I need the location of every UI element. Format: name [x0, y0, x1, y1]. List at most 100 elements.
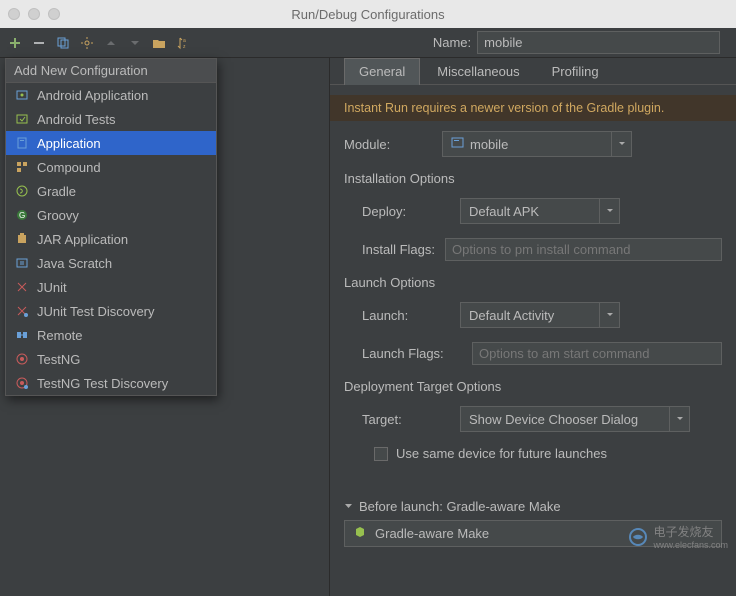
popup-item-remote[interactable]: Remote — [6, 323, 216, 347]
install-section-title: Installation Options — [344, 171, 722, 186]
launch-value: Default Activity — [461, 305, 599, 326]
target-select[interactable]: Show Device Chooser Dialog — [460, 406, 690, 432]
deploy-value: Default APK — [461, 201, 599, 222]
popup-item-java-scratch[interactable]: Java Scratch — [6, 251, 216, 275]
module-icon — [451, 136, 464, 152]
main-area: Add New Configuration Android Applicatio… — [0, 58, 736, 596]
module-value: mobile — [470, 137, 508, 152]
popup-item-label: TestNG — [37, 352, 80, 367]
popup-item-groovy[interactable]: G Groovy — [6, 203, 216, 227]
install-flags-input[interactable] — [445, 238, 722, 261]
same-device-checkbox[interactable] — [374, 447, 388, 461]
deploy-label: Deploy: — [362, 204, 450, 219]
chevron-down-icon[interactable] — [669, 407, 689, 431]
junit-test-discovery-icon — [14, 303, 30, 319]
tab-miscellaneous[interactable]: Miscellaneous — [422, 58, 534, 85]
warning-banner: Instant Run requires a newer version of … — [330, 95, 736, 121]
before-launch-header[interactable]: Before launch: Gradle-aware Make — [344, 499, 722, 514]
launch-select[interactable]: Default Activity — [460, 302, 620, 328]
svg-text:G: G — [19, 211, 25, 220]
launch-section-title: Launch Options — [344, 275, 722, 290]
popup-item-junit[interactable]: JUnit — [6, 275, 216, 299]
popup-item-android-tests[interactable]: Android Tests — [6, 107, 216, 131]
popup-item-label: JUnit — [37, 280, 67, 295]
popup-header: Add New Configuration — [6, 59, 216, 83]
watermark-text: 电子发烧友 — [653, 523, 728, 540]
before-launch-item-label: Gradle-aware Make — [375, 526, 489, 541]
chevron-down-icon[interactable] — [599, 199, 619, 223]
application-icon — [14, 135, 30, 151]
window-title: Run/Debug Configurations — [0, 7, 736, 22]
popup-item-label: Gradle — [37, 184, 76, 199]
chevron-down-icon[interactable] — [599, 303, 619, 327]
settings-icon[interactable] — [78, 34, 96, 52]
up-icon[interactable] — [102, 34, 120, 52]
popup-item-compound[interactable]: Compound — [6, 155, 216, 179]
tab-profiling[interactable]: Profiling — [537, 58, 614, 85]
popup-item-testng[interactable]: TestNG — [6, 347, 216, 371]
jar-application-icon — [14, 231, 30, 247]
popup-item-label: JUnit Test Discovery — [37, 304, 155, 319]
popup-item-label: Compound — [37, 160, 101, 175]
tab-content: Instant Run requires a newer version of … — [330, 84, 736, 547]
popup-item-testng-test-discovery[interactable]: TestNG Test Discovery — [6, 371, 216, 395]
groovy-icon: G — [14, 207, 30, 223]
install-flags-label: Install Flags: — [362, 242, 435, 257]
add-icon[interactable] — [6, 34, 24, 52]
svg-text:z: z — [183, 44, 186, 50]
down-icon[interactable] — [126, 34, 144, 52]
launch-flags-input[interactable] — [472, 342, 722, 365]
expand-icon — [344, 499, 353, 514]
copy-icon[interactable] — [54, 34, 72, 52]
popup-item-jar-application[interactable]: JAR Application — [6, 227, 216, 251]
android-application-icon — [14, 87, 30, 103]
remote-icon — [14, 327, 30, 343]
tab-general[interactable]: General — [344, 58, 420, 85]
popup-item-label: JAR Application — [37, 232, 128, 247]
add-config-popup: Add New Configuration Android Applicatio… — [5, 58, 217, 396]
testng-test-discovery-icon — [14, 375, 30, 391]
deploy-target-section-title: Deployment Target Options — [344, 379, 722, 394]
popup-item-label: Java Scratch — [37, 256, 112, 271]
name-label: Name: — [433, 35, 471, 50]
module-select[interactable]: mobile — [442, 131, 632, 157]
watermark: 电子发烧友 www.elecfans.com — [627, 523, 728, 550]
before-launch-title: Before launch: Gradle-aware Make — [359, 499, 561, 514]
same-device-label: Use same device for future launches — [396, 446, 607, 461]
testng-icon — [14, 351, 30, 367]
tabs: General Miscellaneous Profiling — [330, 58, 736, 85]
popup-item-label: Android Application — [37, 88, 148, 103]
left-panel: Add New Configuration Android Applicatio… — [0, 58, 330, 596]
remove-icon[interactable] — [30, 34, 48, 52]
launch-flags-label: Launch Flags: — [362, 346, 462, 361]
popup-item-label: Remote — [37, 328, 83, 343]
right-panel: General Miscellaneous Profiling Instant … — [330, 58, 736, 596]
popup-item-junit-test-discovery[interactable]: JUnit Test Discovery — [6, 299, 216, 323]
popup-item-gradle[interactable]: Gradle — [6, 179, 216, 203]
module-label: Module: — [344, 137, 432, 152]
target-label: Target: — [362, 412, 450, 427]
watermark-logo-icon — [627, 526, 649, 548]
popup-item-label: Android Tests — [37, 112, 116, 127]
chevron-down-icon[interactable] — [611, 132, 631, 156]
deploy-select[interactable]: Default APK — [460, 198, 620, 224]
junit-icon — [14, 279, 30, 295]
titlebar: Run/Debug Configurations — [0, 0, 736, 28]
popup-item-android-application[interactable]: Android Application — [6, 83, 216, 107]
folder-icon[interactable] — [150, 34, 168, 52]
watermark-url: www.elecfans.com — [653, 540, 728, 550]
popup-item-label: Groovy — [37, 208, 79, 223]
compound-icon — [14, 159, 30, 175]
android-tests-icon — [14, 111, 30, 127]
gradle-icon — [14, 183, 30, 199]
popup-item-label: Application — [37, 136, 101, 151]
java-scratch-icon — [14, 255, 30, 271]
popup-item-application[interactable]: Application — [6, 131, 216, 155]
config-toolbar: az Name: — [0, 28, 736, 58]
target-value: Show Device Chooser Dialog — [461, 409, 669, 430]
popup-item-label: TestNG Test Discovery — [37, 376, 168, 391]
launch-label: Launch: — [362, 308, 450, 323]
config-name-input[interactable] — [477, 31, 720, 54]
gradle-icon — [353, 525, 367, 542]
sort-icon[interactable]: az — [174, 34, 192, 52]
